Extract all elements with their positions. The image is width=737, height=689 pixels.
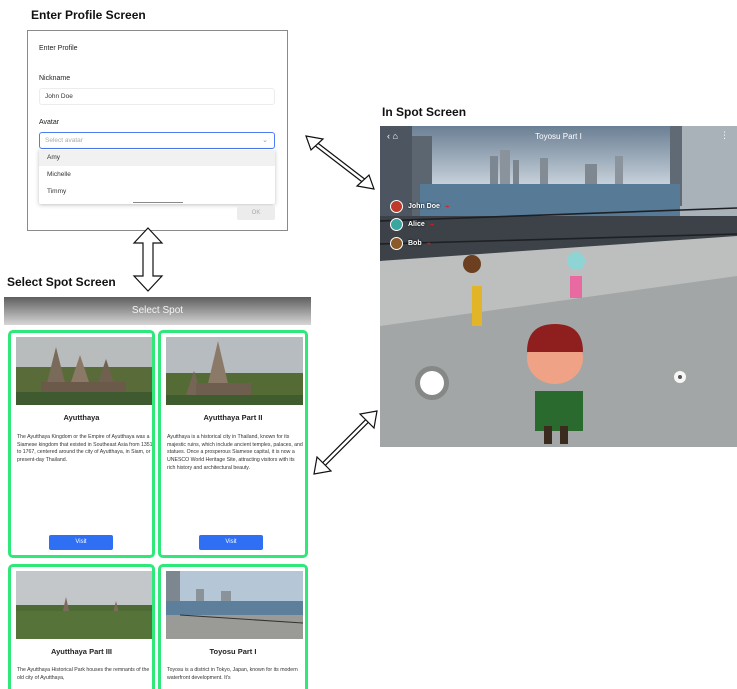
double-arrow-list-to-spot [313, 410, 378, 475]
avatar [390, 237, 403, 250]
ayutthaya-part-iii-photo [16, 571, 152, 639]
avatar-label: Avatar [39, 119, 60, 126]
select-spot-screen: Select Spot Ayutthaya The Ayutthaya King… [4, 297, 311, 689]
toyosu-photo [166, 571, 303, 639]
avatar-option-amy[interactable]: Amy [39, 150, 275, 166]
spot-name: Ayutthaya [63, 413, 100, 422]
ayutthaya-part-ii-photo [166, 337, 303, 405]
visit-button[interactable]: Visit [199, 535, 263, 550]
nickname-label: Nickname [39, 75, 71, 82]
select-spot-screen-title: Select Spot Screen [7, 275, 116, 289]
avatar-option-michelle[interactable]: Michelle [39, 167, 275, 183]
mic-muted-icon: ⌁ [444, 202, 450, 211]
player-bob: Bob ⌁ [390, 236, 431, 251]
more-menu-icon[interactable]: ⋮ [720, 130, 729, 141]
spot-name: Ayutthaya Part III [51, 647, 112, 656]
nickname-input[interactable]: John Doe [39, 88, 275, 105]
player-name: John Doe [408, 203, 440, 210]
player-name: Bob [408, 240, 422, 247]
mic-muted-icon: ⌁ [429, 220, 435, 229]
player-alice: Alice ⌁ [390, 217, 435, 232]
enter-profile-screen-title: Enter Profile Screen [31, 8, 146, 22]
spot-card-ayutthaya-part-iii[interactable]: Ayutthaya Part III The Ayutthaya Histori… [8, 564, 155, 689]
spot-description: Ayutthaya is a historical city in Thaila… [167, 434, 303, 471]
spot-description: The Ayutthaya Kingdom or the Empire of A… [17, 434, 153, 464]
enter-profile-dialog: Enter Profile Nickname John Doe Avatar S… [27, 30, 288, 231]
spot-name: Toyosu Part I [209, 647, 257, 656]
spot-card-ayutthaya[interactable]: Ayutthaya The Ayutthaya Kingdom or the E… [8, 330, 155, 558]
avatar [390, 200, 403, 213]
mic-muted-icon: ⌁ [426, 239, 432, 248]
ayutthaya-photo [16, 337, 152, 405]
ok-button[interactable]: OK [237, 206, 275, 220]
dialog-header: Enter Profile [39, 45, 78, 52]
avatar [390, 218, 403, 231]
spot-card-toyosu-part-i[interactable]: Toyosu Part I Toyosu is a district in To… [158, 564, 308, 689]
chevron-down-icon: ⌄ [262, 137, 268, 144]
spot-description: Toyosu is a district in Tokyo, Japan, kn… [167, 667, 298, 681]
avatar-option-timmy[interactable]: Timmy [39, 184, 275, 200]
visit-button[interactable]: Visit [49, 535, 113, 550]
spot-card-ayutthaya-part-ii[interactable]: Ayutthaya Part II Ayutthaya is a histori… [158, 330, 308, 558]
cancel-button[interactable] [133, 202, 183, 203]
in-spot-screen: ‹ ⌂ Toyosu Part I ⋮ John Doe ⌁ Alice ⌁ B… [380, 126, 737, 447]
select-spot-header: Select Spot [4, 297, 311, 325]
player-name: Alice [408, 221, 425, 228]
in-spot-screen-title: In Spot Screen [382, 105, 467, 119]
avatar-select[interactable]: Select avatar ⌄ [39, 132, 275, 149]
avatar-select-placeholder: Select avatar [45, 137, 83, 144]
player-john-doe: John Doe ⌁ [390, 199, 450, 214]
spot-name: Ayutthaya Part II [203, 413, 263, 422]
avatar-dropdown-menu: Amy Michelle Timmy [39, 149, 275, 204]
double-arrow-vertical [132, 227, 164, 292]
spot-description: The Ayutthaya Historical Park houses the… [17, 667, 150, 681]
spot-title: Toyosu Part I [535, 132, 582, 141]
double-arrow-profile-to-spot [305, 135, 375, 190]
panorama-scene [380, 126, 737, 447]
